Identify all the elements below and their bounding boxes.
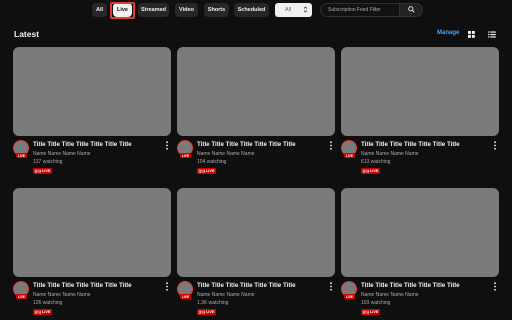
channel-avatar[interactable]: LIVE — [341, 281, 359, 303]
chevron-down-icon — [303, 5, 308, 16]
video-title[interactable]: Title Title Title Title Title Title Titl… — [197, 282, 325, 289]
video-title[interactable]: Title Title Title Title Title Title Titl… — [361, 282, 489, 289]
channel-name[interactable]: Name Name Name Name — [197, 151, 255, 157]
more-vert-icon[interactable] — [493, 141, 497, 150]
type-select[interactable]: All — [275, 3, 312, 17]
watching-count: 126 watching — [33, 300, 63, 306]
live-badge-label: LIVE — [369, 169, 379, 173]
chip-live[interactable]: Live — [113, 3, 132, 17]
video-card[interactable]: LIVE Title Title Title Title Title Title… — [13, 47, 171, 177]
watching-count: 1.3K watching — [197, 300, 229, 306]
search-icon — [407, 5, 415, 15]
filter-bar: All Live Streamed Video Shorts Scheduled… — [0, 2, 512, 19]
video-thumbnail[interactable] — [341, 188, 499, 277]
chip-streamed[interactable]: Streamed — [138, 3, 169, 17]
avatar-live-badge: LIVE — [16, 153, 27, 158]
live-broadcast-icon: ((•)) — [198, 310, 205, 314]
live-badge: ((•)) LIVE — [361, 168, 380, 174]
live-broadcast-icon: ((•)) — [198, 169, 205, 173]
live-badge: ((•)) LIVE — [33, 168, 52, 174]
channel-name[interactable]: Name Name Name Name — [33, 151, 91, 157]
video-title[interactable]: Title Title Title Title Title Title Titl… — [33, 141, 161, 148]
more-vert-icon[interactable] — [165, 141, 169, 150]
channel-name[interactable]: Name Name Name Name — [361, 292, 419, 298]
more-vert-icon[interactable] — [165, 282, 169, 291]
type-select-value: All — [285, 7, 292, 13]
video-thumbnail[interactable] — [13, 188, 171, 277]
live-broadcast-icon: ((•)) — [34, 310, 41, 314]
video-card[interactable]: LIVE Title Title Title Title Title Title… — [13, 188, 171, 318]
list-view-icon[interactable] — [487, 29, 497, 39]
more-vert-icon[interactable] — [329, 141, 333, 150]
live-badge-label: LIVE — [41, 169, 51, 173]
watching-count: 613 watching — [361, 159, 391, 165]
chip-shorts[interactable]: Shorts — [204, 3, 229, 17]
watching-count: 103 watching — [361, 300, 391, 306]
live-broadcast-icon: ((•)) — [362, 310, 369, 314]
video-thumbnail[interactable] — [13, 47, 171, 136]
video-card[interactable]: LIVE Title Title Title Title Title Title… — [341, 47, 499, 177]
live-badge-label: LIVE — [369, 310, 379, 314]
channel-avatar[interactable]: LIVE — [341, 140, 359, 162]
watching-count: 137 watching — [33, 159, 63, 165]
search-button[interactable] — [399, 3, 423, 17]
channel-avatar[interactable]: LIVE — [13, 281, 31, 303]
video-title[interactable]: Title Title Title Title Title Title Titl… — [197, 141, 325, 148]
avatar-live-badge: LIVE — [16, 294, 27, 299]
live-badge: ((•)) LIVE — [361, 309, 380, 315]
more-vert-icon[interactable] — [493, 282, 497, 291]
watching-count: 104 watching — [197, 159, 227, 165]
more-vert-icon[interactable] — [329, 282, 333, 291]
chip-all[interactable]: All — [92, 3, 107, 17]
video-card[interactable]: LIVE Title Title Title Title Title Title… — [341, 188, 499, 318]
channel-name[interactable]: Name Name Name Name — [197, 292, 255, 298]
live-badge-label: LIVE — [205, 169, 215, 173]
subscription-filter-placeholder: Subscription Feed Filter — [328, 7, 381, 13]
avatar-live-badge: LIVE — [180, 294, 191, 299]
avatar-live-badge: LIVE — [344, 294, 355, 299]
video-thumbnail[interactable] — [341, 47, 499, 136]
channel-avatar[interactable]: LIVE — [177, 140, 195, 162]
manage-link[interactable]: Manage — [437, 30, 459, 36]
channel-name[interactable]: Name Name Name Name — [361, 151, 419, 157]
video-card[interactable]: LIVE Title Title Title Title Title Title… — [177, 47, 335, 177]
subscription-filter-input[interactable]: Subscription Feed Filter — [320, 3, 400, 17]
channel-avatar[interactable]: LIVE — [177, 281, 195, 303]
live-broadcast-icon: ((•)) — [362, 169, 369, 173]
channel-name[interactable]: Name Name Name Name — [33, 292, 91, 298]
avatar-live-badge: LIVE — [180, 153, 191, 158]
chip-scheduled[interactable]: Scheduled — [234, 3, 269, 17]
channel-avatar[interactable]: LIVE — [13, 140, 31, 162]
live-badge: ((•)) LIVE — [33, 309, 52, 315]
chip-video[interactable]: Video — [175, 3, 198, 17]
live-badge-label: LIVE — [41, 310, 51, 314]
video-title[interactable]: Title Title Title Title Title Title Titl… — [361, 141, 489, 148]
video-title[interactable]: Title Title Title Title Title Title Titl… — [33, 282, 161, 289]
grid-view-icon[interactable] — [466, 29, 476, 39]
live-badge-label: LIVE — [205, 310, 215, 314]
live-broadcast-icon: ((•)) — [34, 169, 41, 173]
video-thumbnail[interactable] — [177, 188, 335, 277]
avatar-live-badge: LIVE — [344, 153, 355, 158]
live-badge: ((•)) LIVE — [197, 309, 216, 315]
live-badge: ((•)) LIVE — [197, 168, 216, 174]
video-thumbnail[interactable] — [177, 47, 335, 136]
section-title: Latest — [14, 29, 40, 39]
video-card[interactable]: LIVE Title Title Title Title Title Title… — [177, 188, 335, 318]
